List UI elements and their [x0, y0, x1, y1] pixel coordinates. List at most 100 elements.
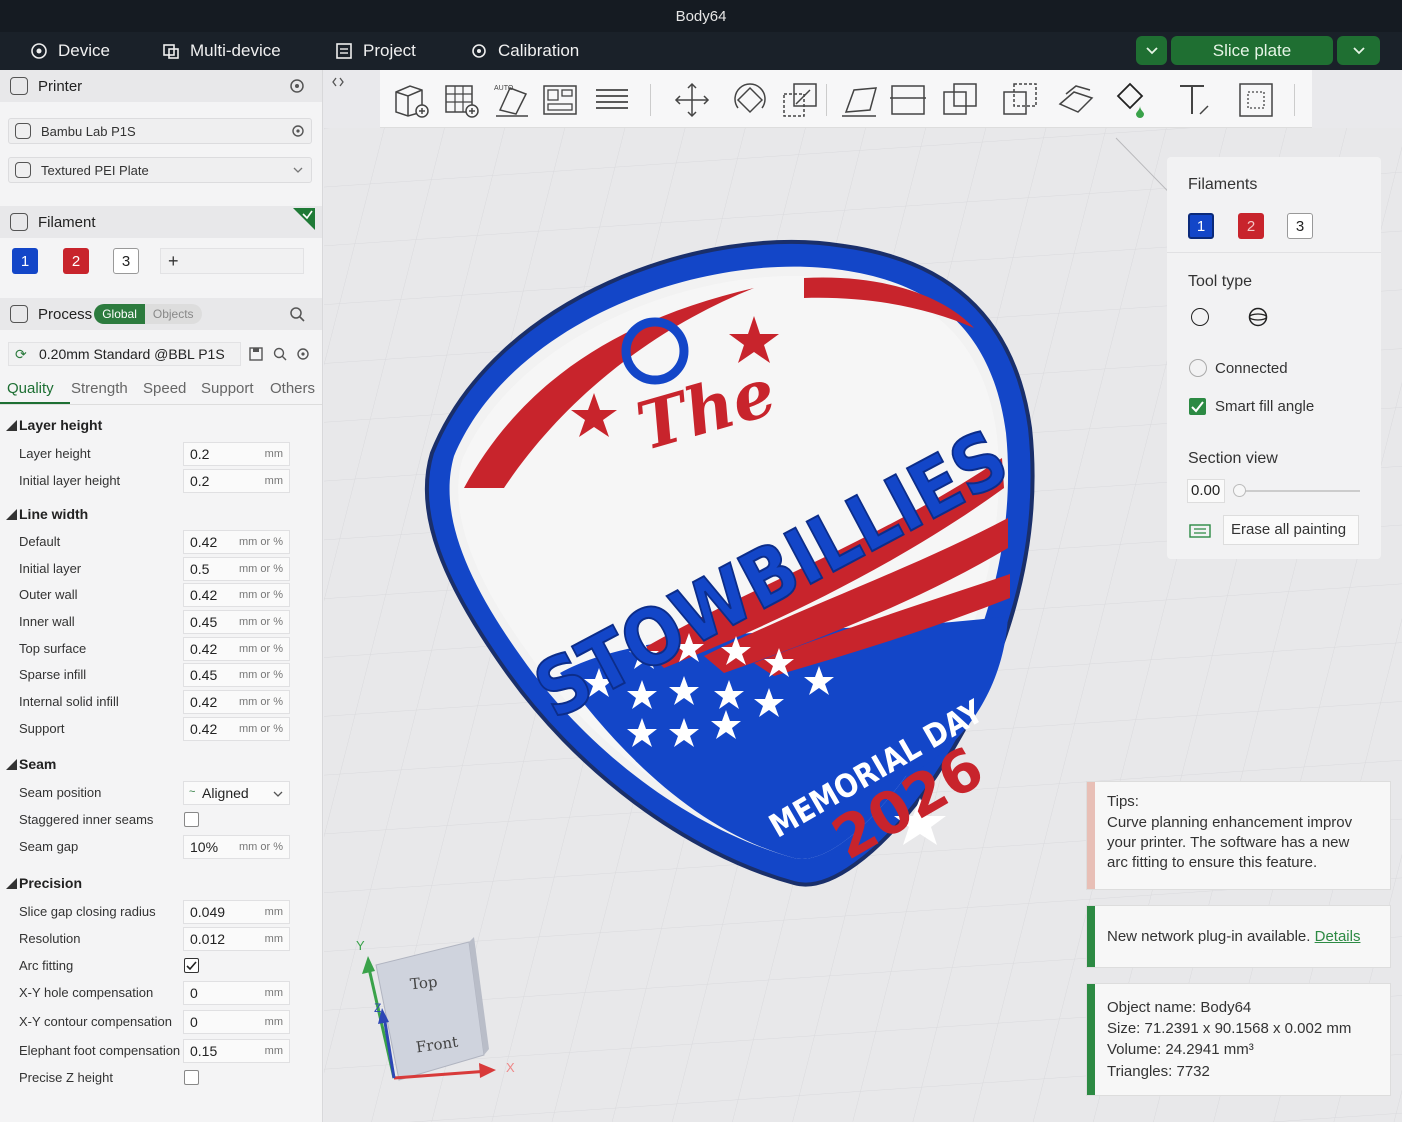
- lw-support-input[interactable]: 0.42 mm or %: [183, 717, 290, 741]
- toolbar-separator: [826, 84, 827, 116]
- gear-icon[interactable]: [289, 78, 305, 94]
- text-tool-icon[interactable]: [1174, 80, 1214, 120]
- section-view-slider-handle[interactable]: [1233, 484, 1246, 497]
- lw-inner-input[interactable]: 0.45 mm or %: [183, 610, 290, 634]
- menu-multi-device[interactable]: Multi-device: [162, 32, 281, 70]
- collapse-sidebar-icon[interactable]: [331, 75, 345, 89]
- rotate-icon[interactable]: [730, 80, 770, 120]
- param-lw-top: Top surface 0.42 mm or %: [0, 637, 322, 661]
- add-plate-icon[interactable]: [442, 80, 482, 120]
- seam-position-select[interactable]: ~ Aligned: [183, 781, 290, 805]
- tips-line-2: your printer. The software has a new: [1107, 834, 1350, 851]
- lay-on-face-icon[interactable]: [840, 80, 880, 120]
- support-paint-icon[interactable]: [1000, 80, 1040, 120]
- paint-filament-2[interactable]: 2: [1238, 213, 1264, 239]
- circle-brush-icon[interactable]: [1191, 308, 1209, 326]
- menu-device-label: Device: [58, 41, 110, 60]
- view-cube-top-label[interactable]: Top: [409, 973, 438, 994]
- tab-speed[interactable]: Speed: [143, 380, 186, 397]
- color-painting-panel: Filaments 1 2 3 Tool type Connected Smar…: [1167, 157, 1381, 559]
- move-icon[interactable]: [672, 80, 712, 120]
- arc-fitting-checkbox[interactable]: [184, 958, 199, 973]
- lw-outer-input[interactable]: 0.42 mm or %: [183, 583, 290, 607]
- printer-settings-icon[interactable]: [291, 124, 305, 138]
- printer-model-select[interactable]: Bambu Lab P1S: [8, 118, 312, 144]
- section-view-value[interactable]: 0.00: [1187, 479, 1225, 503]
- add-filament-button[interactable]: +: [160, 248, 304, 274]
- toolbar-separator: [1294, 84, 1295, 116]
- param-lw-sparse: Sparse infill 0.45 mm or %: [0, 663, 322, 687]
- color-paint-icon[interactable]: [1110, 80, 1150, 120]
- process-objects-toggle[interactable]: Objects: [144, 304, 202, 324]
- compare-preset-icon[interactable]: [273, 347, 287, 361]
- preset-settings-icon[interactable]: [296, 347, 310, 361]
- erase-all-painting-button[interactable]: Erase all painting: [1223, 515, 1359, 545]
- param-lw-inner: Inner wall 0.45 mm or %: [0, 610, 322, 634]
- precise-z-checkbox[interactable]: [184, 1070, 199, 1085]
- filament-chip-3[interactable]: 3: [113, 248, 139, 274]
- elephant-foot-input[interactable]: 0.15 mm: [183, 1039, 290, 1063]
- scale-icon[interactable]: [780, 80, 820, 120]
- layer-height-input[interactable]: 0.2 mm: [183, 442, 290, 466]
- param-arc-fitting: Arc fitting: [0, 954, 322, 978]
- resolution-input[interactable]: 0.012 mm: [183, 927, 290, 951]
- slice-options-dropdown[interactable]: [1136, 36, 1167, 65]
- slice-more-dropdown[interactable]: [1337, 36, 1380, 65]
- lw-initial-input[interactable]: 0.5 mm or %: [183, 557, 290, 581]
- process-global-toggle[interactable]: Global: [94, 304, 145, 324]
- split-layers-icon[interactable]: [592, 80, 632, 120]
- slice-plate-button[interactable]: Slice plate: [1171, 36, 1333, 65]
- seam-paint-icon[interactable]: [1056, 80, 1096, 120]
- tab-quality[interactable]: Quality: [7, 380, 54, 397]
- svg-tool-icon[interactable]: [1236, 80, 1276, 120]
- save-preset-icon[interactable]: [249, 347, 263, 361]
- axis-y-label: Y: [356, 938, 365, 953]
- cut-icon[interactable]: [888, 80, 928, 120]
- menu-project[interactable]: Project: [335, 32, 416, 70]
- chevron-down-icon: [293, 167, 303, 173]
- process-preset-value: 0.20mm Standard @BBL P1S: [39, 346, 225, 362]
- initial-layer-height-input[interactable]: 0.2 mm: [183, 469, 290, 493]
- connected-radio[interactable]: [1189, 359, 1207, 377]
- object-info-panel: Object name: Body64 Size: 71.2391 x 90.1…: [1086, 983, 1391, 1096]
- paint-filament-1[interactable]: 1: [1188, 213, 1214, 239]
- tab-strength[interactable]: Strength: [71, 380, 128, 397]
- lw-default-input[interactable]: 0.42 mm or %: [183, 530, 290, 554]
- checkmark-icon: [186, 961, 197, 971]
- sphere-brush-icon[interactable]: [1248, 307, 1268, 327]
- menu-calibration[interactable]: Calibration: [470, 32, 579, 70]
- filament-chip-2[interactable]: 2: [63, 248, 89, 274]
- window-title: Body64: [675, 7, 727, 25]
- printer-section-title: Printer: [38, 77, 83, 95]
- param-slice-gap: Slice gap closing radius 0.049 mm: [0, 900, 322, 924]
- menu-device[interactable]: Device: [30, 32, 110, 70]
- slice-gap-input[interactable]: 0.049 mm: [183, 900, 290, 924]
- seam-gap-input[interactable]: 10% mm or %: [183, 835, 290, 859]
- auto-orient-icon[interactable]: AUTO: [492, 80, 532, 120]
- section-view-slider-track[interactable]: [1240, 490, 1360, 492]
- param-layer-height: Layer height 0.2 mm: [0, 442, 322, 466]
- search-settings-icon[interactable]: [289, 306, 305, 322]
- group-precision: Precision: [6, 875, 82, 891]
- staggered-seams-checkbox[interactable]: [184, 812, 199, 827]
- tab-others[interactable]: Others: [270, 380, 315, 397]
- xy-hole-input[interactable]: 0 mm: [183, 981, 290, 1005]
- paint-filament-3[interactable]: 3: [1287, 213, 1313, 239]
- boolean-icon[interactable]: [940, 80, 980, 120]
- smart-fill-label: Smart fill angle: [1215, 398, 1315, 415]
- lw-sparse-input[interactable]: 0.45 mm or %: [183, 663, 290, 687]
- param-lw-initial: Initial layer 0.5 mm or %: [0, 557, 322, 581]
- process-preset-select[interactable]: ⟳ 0.20mm Standard @BBL P1S: [8, 342, 241, 366]
- add-object-icon[interactable]: [392, 80, 432, 120]
- filament-chip-1[interactable]: 1: [12, 248, 38, 274]
- object-toolbar: AUTO: [380, 70, 1312, 128]
- lw-internal-input[interactable]: 0.42 mm or %: [183, 690, 290, 714]
- xy-contour-input[interactable]: 0 mm: [183, 1010, 290, 1034]
- tab-support[interactable]: Support: [201, 380, 254, 397]
- arrange-icon[interactable]: [540, 80, 580, 120]
- tabs-divider: [0, 404, 322, 405]
- network-details-link[interactable]: Details: [1315, 928, 1361, 945]
- plate-type-select[interactable]: Textured PEI Plate: [8, 157, 312, 183]
- lw-top-input[interactable]: 0.42 mm or %: [183, 637, 290, 661]
- smart-fill-checkbox[interactable]: [1189, 398, 1206, 415]
